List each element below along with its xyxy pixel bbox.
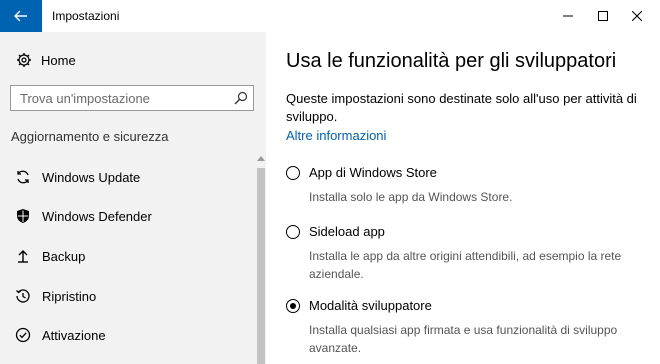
page-description: Queste impostazioni sono destinate solo … — [286, 91, 637, 124]
back-button[interactable] — [0, 0, 42, 32]
history-icon — [13, 288, 33, 304]
sidebar-item-label: Backup — [42, 248, 86, 264]
check-circle-icon — [13, 327, 33, 343]
minimize-icon — [563, 15, 573, 17]
option-description: Installa qualsiasi app firmata e usa fun… — [309, 323, 618, 355]
sidebar-item-home[interactable]: Home — [0, 46, 266, 74]
close-icon — [632, 11, 642, 21]
sidebar-item-windows-update[interactable]: Windows Update — [0, 163, 252, 191]
sync-icon — [13, 169, 33, 185]
shield-icon — [13, 208, 33, 224]
option-developer-mode[interactable]: Modalità sviluppatore — [286, 298, 432, 313]
option-description: Installa solo le app da Windows Store. — [309, 190, 513, 204]
page-title: Usa le funzionalità per gli sviluppatori — [286, 50, 617, 72]
scrollbar-thumb[interactable] — [257, 168, 265, 364]
main-content: Usa le funzionalità per gli sviluppatori… — [266, 32, 660, 364]
gear-icon — [14, 52, 34, 68]
sidebar-item-label: Windows Defender — [42, 208, 152, 224]
option-description: Installa le app da altre origini attendi… — [309, 249, 622, 281]
radio-button[interactable] — [286, 165, 300, 180]
option-sideload-apps[interactable]: Sideload app — [286, 224, 385, 239]
sidebar-item-ripristino[interactable]: Ripristino — [0, 282, 252, 310]
option-store-apps[interactable]: App di Windows Store — [286, 165, 437, 180]
scroll-up-icon[interactable] — [257, 154, 265, 162]
window-title: Impostazioni — [52, 9, 120, 23]
search-icon[interactable] — [234, 91, 248, 110]
sidebar-item-label: Windows Update — [42, 169, 141, 185]
sidebar-item-label: Home — [41, 52, 76, 68]
sidebar-item-backup[interactable]: Backup — [0, 242, 252, 270]
more-info-link[interactable]: Altre informazioni — [286, 128, 386, 143]
radio-button[interactable] — [286, 224, 300, 239]
sidebar-item-label: Ripristino — [42, 288, 97, 304]
maximize-icon — [598, 11, 608, 21]
radio-dot — [290, 302, 296, 309]
option-label: Modalità sviluppatore — [309, 298, 432, 313]
sidebar-item-label: Attivazione — [42, 327, 106, 343]
search-input[interactable] — [20, 90, 230, 106]
backup-arrow-icon — [13, 248, 33, 264]
sidebar — [0, 32, 266, 364]
sidebar-item-attivazione[interactable]: Attivazione — [0, 321, 252, 349]
back-arrow-icon — [14, 10, 27, 22]
option-label: App di Windows Store — [309, 165, 437, 180]
close-button[interactable] — [614, 0, 660, 32]
sidebar-item-windows-defender[interactable]: Windows Defender — [0, 202, 252, 230]
title-bar: Impostazioni — [0, 0, 660, 32]
sidebar-section-title: Aggiornamento e sicurezza — [11, 129, 169, 144]
search-field[interactable] — [10, 85, 254, 111]
radio-button-selected[interactable] — [286, 298, 300, 313]
sidebar-scrollbar[interactable] — [256, 154, 266, 364]
option-label: Sideload app — [309, 224, 385, 239]
